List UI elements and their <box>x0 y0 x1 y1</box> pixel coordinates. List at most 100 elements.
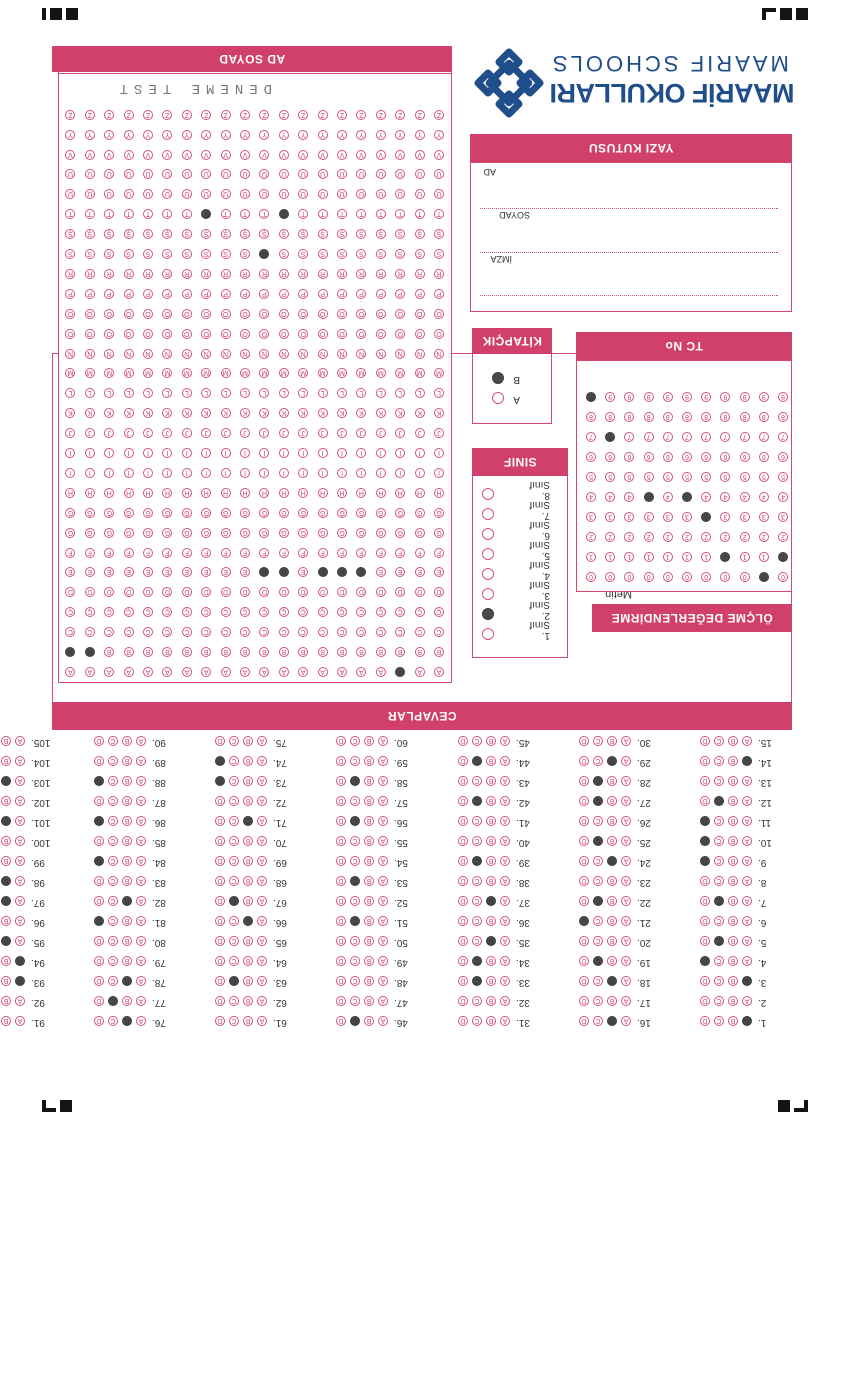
answer-bubble[interactable]: D <box>336 816 346 826</box>
answer-bubble[interactable]: C <box>108 996 118 1006</box>
name-letter-bubble[interactable]: G <box>278 527 289 538</box>
name-letter-bubble[interactable]: Ö <box>123 308 134 319</box>
answer-bubble[interactable]: B <box>607 876 617 886</box>
answer-bubble[interactable]: C <box>593 796 603 806</box>
tc-digit-bubble[interactable]: 7 <box>643 432 654 442</box>
tc-digit-bubble[interactable]: 0 <box>758 572 769 582</box>
answer-bubble[interactable]: B <box>1 836 11 846</box>
tc-digit-bubble[interactable]: 3 <box>758 512 769 522</box>
answer-bubble[interactable]: C <box>593 996 603 1006</box>
name-letter-bubble[interactable]: F <box>375 547 386 558</box>
answer-bubble[interactable]: C <box>350 996 360 1006</box>
answer-bubble[interactable]: A <box>15 896 25 906</box>
name-letter-bubble[interactable]: O <box>220 328 231 339</box>
answer-bubble[interactable]: B <box>364 896 374 906</box>
tc-digit-bubble[interactable]: 5 <box>662 472 673 482</box>
answer-bubble[interactable]: A <box>136 776 146 786</box>
name-letter-bubble[interactable]: A <box>434 667 444 677</box>
tc-digit-bubble[interactable]: 4 <box>682 492 692 502</box>
name-letter-bubble[interactable]: I <box>181 468 192 478</box>
answer-bubble[interactable]: D <box>94 956 104 966</box>
answer-bubble[interactable]: A <box>378 816 388 826</box>
answer-bubble[interactable]: D <box>336 736 346 746</box>
name-letter-bubble[interactable]: Ş <box>414 229 425 240</box>
answer-bubble[interactable]: A <box>257 936 267 946</box>
name-letter-bubble[interactable]: O <box>414 328 425 339</box>
name-letter-bubble[interactable]: B <box>414 647 425 658</box>
answer-bubble[interactable]: B <box>122 876 132 886</box>
name-letter-bubble[interactable]: S <box>84 249 95 260</box>
name-letter-bubble[interactable]: L <box>123 388 134 399</box>
answer-bubble[interactable]: C <box>472 976 482 986</box>
answer-bubble[interactable]: C <box>472 936 482 946</box>
grade-option-bubble[interactable] <box>482 528 494 540</box>
tc-digit-bubble[interactable]: 6 <box>586 452 596 462</box>
name-letter-bubble[interactable]: G <box>375 527 386 538</box>
name-letter-bubble[interactable]: L <box>220 388 231 399</box>
answer-bubble[interactable]: D <box>94 776 104 786</box>
answer-bubble[interactable]: C <box>714 776 724 786</box>
name-letter-bubble[interactable]: G <box>337 527 347 538</box>
tc-digit-bubble[interactable]: 9 <box>643 392 654 402</box>
answer-bubble[interactable]: C <box>593 976 603 986</box>
name-letter-bubble[interactable]: F <box>240 547 250 558</box>
name-letter-bubble[interactable]: N <box>201 348 212 359</box>
answer-bubble[interactable]: D <box>579 856 589 866</box>
answer-bubble[interactable]: D <box>336 896 346 906</box>
name-letter-bubble[interactable]: G <box>84 527 95 538</box>
tc-digit-bubble[interactable]: 8 <box>778 412 788 422</box>
answer-bubble[interactable]: D <box>336 756 346 766</box>
name-letter-bubble[interactable]: G <box>123 527 134 538</box>
answer-bubble[interactable]: B <box>122 856 132 866</box>
name-letter-bubble[interactable]: Z <box>220 109 231 120</box>
answer-bubble[interactable]: C <box>714 736 724 746</box>
answer-bubble[interactable]: B <box>607 936 617 946</box>
answer-bubble[interactable]: A <box>136 916 146 926</box>
name-letter-bubble[interactable]: P <box>434 288 444 299</box>
name-letter-bubble[interactable]: F <box>181 547 192 558</box>
answer-bubble[interactable]: A <box>621 816 631 826</box>
answer-bubble[interactable]: C <box>350 1016 360 1026</box>
answer-bubble[interactable]: B <box>122 836 132 846</box>
tc-digit-bubble[interactable]: 4 <box>586 492 596 502</box>
answer-bubble[interactable]: A <box>136 936 146 946</box>
name-letter-bubble[interactable]: N <box>240 348 250 359</box>
name-letter-bubble[interactable]: Ğ <box>181 507 192 518</box>
name-letter-bubble[interactable]: G <box>104 527 115 538</box>
name-letter-bubble[interactable]: Ç <box>123 607 134 618</box>
answer-bubble[interactable]: C <box>108 916 118 926</box>
name-letter-bubble[interactable]: İ <box>278 448 289 459</box>
answer-bubble[interactable]: B <box>364 1016 374 1026</box>
name-letter-bubble[interactable]: P <box>375 288 386 299</box>
answer-bubble[interactable]: B <box>728 736 738 746</box>
grade-option-bubble[interactable] <box>482 568 494 580</box>
answer-bubble[interactable]: B <box>607 916 617 926</box>
tc-digit-bubble[interactable]: 9 <box>586 392 596 402</box>
answer-bubble[interactable]: B <box>1 956 11 966</box>
tc-digit-bubble[interactable]: 3 <box>586 512 596 522</box>
tc-digit-bubble[interactable]: 8 <box>662 412 673 422</box>
name-letter-bubble[interactable]: V <box>375 149 386 160</box>
answer-bubble[interactable]: C <box>714 976 724 986</box>
name-letter-bubble[interactable]: H <box>240 487 250 498</box>
name-letter-bubble[interactable]: I <box>240 468 250 478</box>
name-letter-bubble[interactable]: U <box>220 189 231 200</box>
answer-bubble[interactable]: C <box>350 796 360 806</box>
name-letter-bubble[interactable]: F <box>395 547 406 558</box>
name-letter-bubble[interactable]: Y <box>143 129 153 140</box>
answer-bubble[interactable]: A <box>621 1016 631 1026</box>
tc-digit-bubble[interactable]: 3 <box>778 512 788 522</box>
answer-bubble[interactable]: A <box>378 736 388 746</box>
answer-bubble[interactable]: C <box>714 956 724 966</box>
answer-bubble[interactable]: A <box>500 876 510 886</box>
name-letter-bubble[interactable]: I <box>278 468 289 478</box>
answer-bubble[interactable]: B <box>728 916 738 926</box>
answer-bubble[interactable]: A <box>742 996 752 1006</box>
answer-bubble[interactable]: B <box>122 916 132 926</box>
name-letter-bubble[interactable]: Ş <box>278 229 289 240</box>
answer-bubble[interactable]: A <box>500 916 510 926</box>
name-letter-bubble[interactable]: P <box>278 288 289 299</box>
answer-bubble[interactable]: A <box>621 796 631 806</box>
answer-bubble[interactable]: C <box>714 916 724 926</box>
name-letter-bubble[interactable]: A <box>278 667 289 677</box>
